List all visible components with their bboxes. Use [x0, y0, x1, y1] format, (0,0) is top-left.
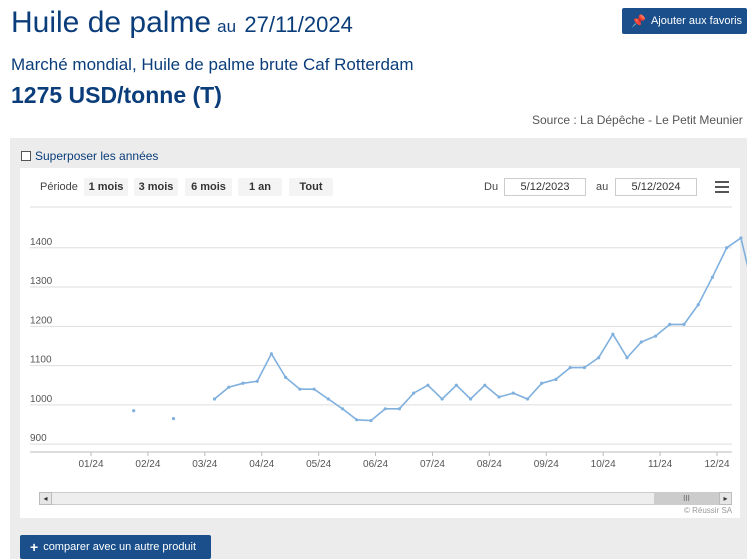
- data-point: [597, 356, 601, 360]
- x-tick-label: 07/24: [420, 459, 445, 470]
- compare-product-button[interactable]: + comparer avec un autre produit: [20, 535, 211, 559]
- data-point: [241, 381, 245, 385]
- data-point: [340, 407, 345, 411]
- data-point: [269, 352, 274, 356]
- data-point: [568, 365, 572, 370]
- data-point: [440, 397, 444, 401]
- x-tick-label: 04/24: [249, 459, 274, 470]
- data-point: [255, 379, 259, 383]
- data-point: [426, 383, 430, 387]
- plus-icon: +: [30, 539, 39, 555]
- y-tick-label: 1100: [30, 355, 52, 366]
- data-point: [369, 418, 373, 423]
- data-point: [639, 340, 643, 344]
- data-point: [397, 407, 402, 411]
- x-tick-label: 03/24: [192, 459, 217, 470]
- data-point: [298, 387, 302, 391]
- data-point: [696, 303, 700, 307]
- x-tick-label: 12/24: [704, 459, 729, 470]
- y-tick-label: 1400: [30, 237, 53, 248]
- x-tick-label: 01/24: [78, 459, 103, 470]
- data-point: [412, 391, 416, 395]
- scrollbar-thumb[interactable]: III: [654, 493, 719, 504]
- scroll-right-arrow-icon[interactable]: ▸: [719, 492, 732, 505]
- data-point: [312, 387, 316, 391]
- price-series-line: [213, 236, 747, 422]
- data-point: [525, 397, 530, 401]
- chart-credits: © Réussir SA: [684, 506, 733, 515]
- data-point: [355, 418, 359, 422]
- data-point: [653, 334, 658, 338]
- data-point: [710, 275, 715, 279]
- scroll-left-arrow-icon[interactable]: ◂: [39, 492, 52, 505]
- data-point: [739, 236, 743, 240]
- y-tick-label: 1300: [30, 276, 53, 287]
- data-point: [227, 385, 231, 389]
- chart-scrollbar[interactable]: [39, 492, 732, 505]
- data-point: [682, 322, 686, 326]
- data-point: [468, 397, 473, 401]
- data-point: [383, 407, 387, 411]
- y-tick-label: 1200: [30, 315, 53, 326]
- x-tick-label: 11/24: [648, 459, 673, 470]
- data-point: [132, 409, 136, 413]
- y-tick-label: 1000: [30, 394, 53, 405]
- data-point: [554, 377, 558, 381]
- x-tick-label: 08/24: [477, 459, 502, 470]
- x-tick-label: 09/24: [534, 459, 559, 470]
- data-point: [625, 356, 629, 360]
- y-tick-label: 900: [30, 433, 47, 444]
- price-chart: 900 1000 1100 1200 1300 1400 01/24 02/24 03/24 0…: [30, 206, 747, 470]
- data-point: [611, 332, 615, 336]
- data-point: [497, 395, 501, 399]
- data-point: [171, 417, 176, 421]
- compare-label: comparer avec un autre produit: [43, 541, 197, 553]
- data-point: [483, 383, 487, 387]
- x-tick-label: 05/24: [306, 459, 331, 470]
- data-point: [540, 381, 544, 385]
- data-point: [212, 397, 217, 401]
- data-point: [668, 322, 672, 326]
- x-tick-label: 10/24: [591, 459, 616, 470]
- data-point: [326, 397, 330, 401]
- data-point: [725, 246, 729, 250]
- data-point: [511, 391, 515, 395]
- data-point: [454, 383, 458, 387]
- data-point: [582, 365, 587, 370]
- x-tick-label: 02/24: [135, 459, 160, 470]
- data-point: [284, 375, 288, 379]
- x-tick-label: 06/24: [363, 459, 388, 470]
